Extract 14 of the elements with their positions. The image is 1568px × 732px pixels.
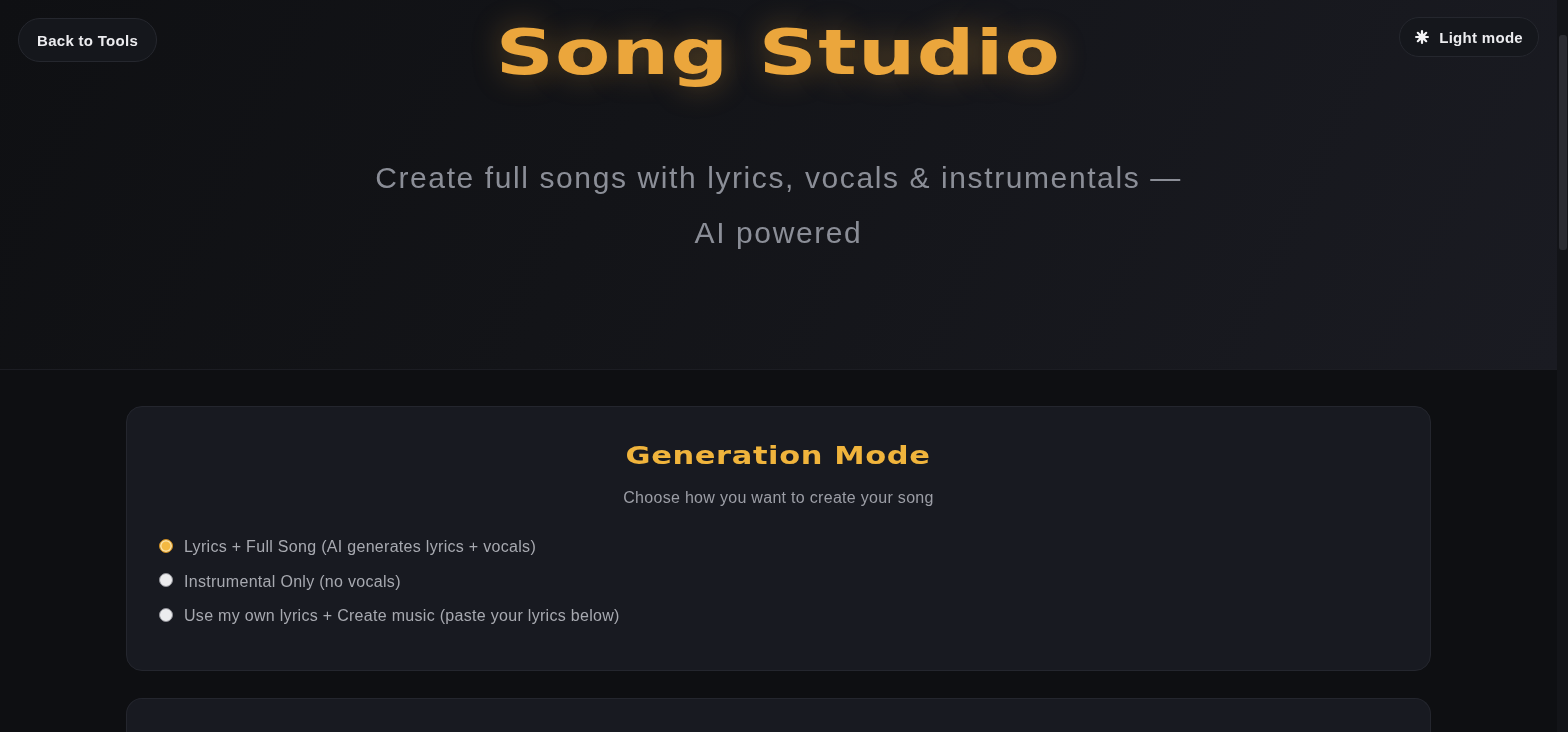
radio-label[interactable]: Use my own lyrics + Create music (paste your lyrics below)	[184, 606, 620, 626]
radio-button[interactable]	[159, 573, 173, 587]
radio-button[interactable]	[159, 538, 173, 553]
page-title: Song Studio	[495, 17, 1062, 89]
radio-label[interactable]: Lyrics + Full Song (AI generates lyrics + vocals)	[184, 537, 536, 557]
radio-button[interactable]	[159, 607, 173, 622]
page-subtitle: Create full songs with lyrics, vocals & instrumentals — AI powered	[374, 160, 1183, 251]
section-title: Generation Mode	[626, 440, 931, 472]
section-description: Choose how you want to create your song	[622, 488, 935, 508]
scrollbar-thumb[interactable]	[1559, 35, 1567, 250]
back-button[interactable]: Back to Tools	[18, 18, 158, 62]
radio-label[interactable]: Instrumental Only (no vocals)	[184, 571, 401, 592]
theme-toggle-button[interactable]: Light mode	[1399, 17, 1539, 57]
sun-icon	[1415, 30, 1430, 44]
